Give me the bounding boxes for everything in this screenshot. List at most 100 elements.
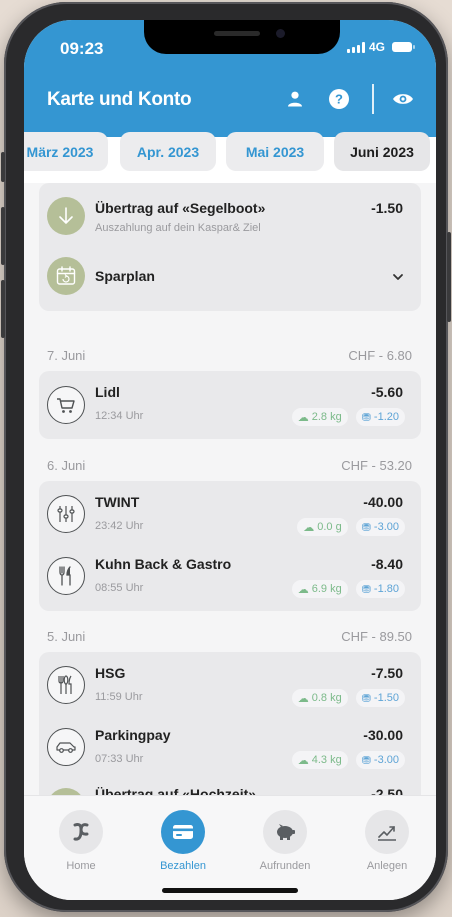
transaction-row-kuhn[interactable]: Kuhn Back & Gastro 08:55 Uhr -8.40 ☁ 6.9 … — [39, 547, 421, 611]
transfer-amount: -2.50 — [371, 786, 403, 795]
volume-up-button — [1, 207, 5, 265]
transaction-time: 07:33 Uhr — [95, 753, 144, 765]
roundup-badge: ⛃ -3.00 — [355, 751, 405, 769]
transaction-row-lidl[interactable]: Lidl 12:34 Uhr -5.60 ☁ 2.8 kg ⛃ -1.20 — [39, 371, 421, 439]
transaction-amount: -5.60 — [371, 384, 403, 400]
cloud-icon: ☁ — [297, 692, 309, 705]
home-logo-icon — [59, 810, 103, 854]
transaction-time: 12:34 Uhr — [95, 410, 144, 422]
roundup-badge: ⛃ -1.50 — [355, 689, 405, 707]
status-time: 09:23 — [60, 39, 104, 58]
month-tab-april[interactable]: Apr. 2023 — [120, 132, 216, 171]
transaction-amount: -30.00 — [363, 727, 403, 743]
header-divider — [372, 84, 374, 114]
profile-icon[interactable] — [283, 87, 307, 111]
transaction-amount: -7.50 — [371, 665, 403, 681]
eye-icon[interactable] — [391, 87, 415, 111]
notch — [144, 20, 340, 54]
tab-label: Anlegen — [366, 860, 408, 872]
coins-icon: ⛃ — [361, 411, 371, 424]
phone-frame: 09:23 4G Karte und Konto ? März 2023 Apr… — [1, 2, 451, 912]
transaction-row-parkingpay[interactable]: Parkingpay 07:33 Uhr -30.00 ☁ 4.3 kg ⛃ -3.… — [39, 718, 421, 782]
tab-anlegen[interactable]: Anlegen — [352, 810, 422, 872]
sliders-icon — [47, 495, 85, 533]
tab-label: Home — [66, 860, 96, 872]
date-header: 6. Juni — [47, 458, 86, 473]
co2-badge: ☁ 6.9 kg — [291, 580, 348, 598]
coins-icon: ⛃ — [361, 692, 371, 705]
month-tab-mai[interactable]: Mai 2023 — [226, 132, 324, 171]
day-card: HSG 11:59 Uhr -7.50 ☁ 0.8 kg ⛃ -1.50 Parki… — [39, 652, 421, 795]
transaction-list: Übertrag auf «Segelboot» Auszahlung auf … — [24, 183, 436, 795]
transfer-amount: -1.50 — [371, 200, 403, 216]
tab-bezahlen[interactable]: Bezahlen — [148, 810, 218, 872]
piggy-bank-icon — [263, 810, 307, 854]
bottom-tab-bar: Home Bezahlen Aufrunden Anlegen — [24, 795, 436, 900]
cutlery-icon — [47, 666, 85, 704]
roundup-badge: ⛃ -1.20 — [355, 408, 405, 426]
merchant-name: TWINT — [95, 494, 140, 510]
screen: 09:23 4G Karte und Konto ? März 2023 Apr… — [24, 20, 436, 900]
transaction-amount: -8.40 — [371, 556, 403, 572]
co2-badge: ☁ 4.3 kg — [291, 751, 348, 769]
merchant-name: Kuhn Back & Gastro — [95, 556, 232, 572]
day-total: CHF - 53.20 — [341, 458, 412, 473]
transaction-time: 11:59 Uhr — [95, 691, 143, 703]
cutlery-icon — [47, 557, 85, 595]
sparplan-row[interactable]: Sparplan — [39, 249, 421, 311]
svg-text:?: ? — [335, 92, 343, 107]
transaction-row-hsg[interactable]: HSG 11:59 Uhr -7.50 ☁ 0.8 kg ⛃ -1.50 — [39, 652, 421, 718]
roundup-badge: ⛃ -1.80 — [355, 580, 405, 598]
page-title: Karte und Konto — [47, 89, 192, 110]
tab-label: Aufrunden — [259, 860, 311, 872]
transfer-name: Übertrag auf «Hochzeit» — [95, 786, 257, 795]
day-card: TWINT 23:42 Uhr -40.00 ☁ 0.0 g ⛃ -3.00 Kuh… — [39, 481, 421, 611]
month-tab-maerz[interactable]: März 2023 — [24, 132, 108, 171]
status-indicators: 4G — [346, 40, 415, 54]
transfer-row-segelboot[interactable]: Übertrag auf «Segelboot» Auszahlung auf … — [39, 183, 421, 249]
tab-home[interactable]: Home — [46, 810, 116, 872]
date-header: 7. Juni — [47, 348, 86, 363]
day-total: CHF - 6.80 — [348, 348, 412, 363]
co2-badge: ☁ 0.8 kg — [291, 689, 348, 707]
day-card: Lidl 12:34 Uhr -5.60 ☁ 2.8 kg ⛃ -1.20 — [39, 371, 421, 439]
coins-icon: ⛃ — [361, 754, 371, 767]
power-button — [447, 232, 451, 322]
roundup-badge: ⛃ -3.00 — [355, 518, 405, 536]
tab-label: Bezahlen — [160, 860, 206, 872]
transfer-description: Auszahlung auf dein Kaspar& Ziel — [95, 222, 261, 234]
chevron-down-icon[interactable] — [391, 270, 405, 289]
arrow-down-icon — [47, 788, 85, 795]
battery-icon — [392, 42, 415, 52]
merchant-name: Parkingpay — [95, 727, 171, 743]
mute-switch — [1, 152, 5, 182]
home-indicator — [162, 888, 298, 893]
car-icon — [47, 728, 85, 766]
transfer-name: Übertrag auf «Segelboot» — [95, 200, 266, 216]
coins-icon: ⛃ — [361, 521, 371, 534]
signal-icon — [346, 41, 365, 53]
cloud-icon: ☁ — [297, 411, 309, 424]
savings-card: Übertrag auf «Segelboot» Auszahlung auf … — [39, 183, 421, 311]
transaction-amount: -40.00 — [363, 494, 403, 510]
transfer-row-hochzeit[interactable]: Übertrag auf «Hochzeit» -2.50 — [39, 782, 421, 795]
cloud-icon: ☁ — [297, 583, 309, 596]
cloud-icon: ☁ — [297, 754, 309, 767]
card-icon — [161, 810, 205, 854]
day-total: CHF - 89.50 — [341, 629, 412, 644]
transaction-row-twint[interactable]: TWINT 23:42 Uhr -40.00 ☁ 0.0 g ⛃ -3.00 — [39, 481, 421, 547]
volume-down-button — [1, 280, 5, 338]
growth-chart-icon — [365, 810, 409, 854]
help-icon[interactable]: ? — [327, 87, 351, 111]
month-tab-juni[interactable]: Juni 2023 — [334, 132, 430, 171]
sparplan-label: Sparplan — [95, 268, 155, 284]
network-label: 4G — [368, 40, 385, 54]
co2-badge: ☁ 0.0 g — [297, 518, 348, 536]
date-header: 5. Juni — [47, 629, 86, 644]
tab-aufrunden[interactable]: Aufrunden — [250, 810, 320, 872]
merchant-name: Lidl — [95, 384, 120, 400]
coins-icon: ⛃ — [361, 583, 371, 596]
cloud-icon: ☁ — [303, 521, 315, 534]
transaction-time: 23:42 Uhr — [95, 520, 144, 532]
transaction-time: 08:55 Uhr — [95, 582, 144, 594]
